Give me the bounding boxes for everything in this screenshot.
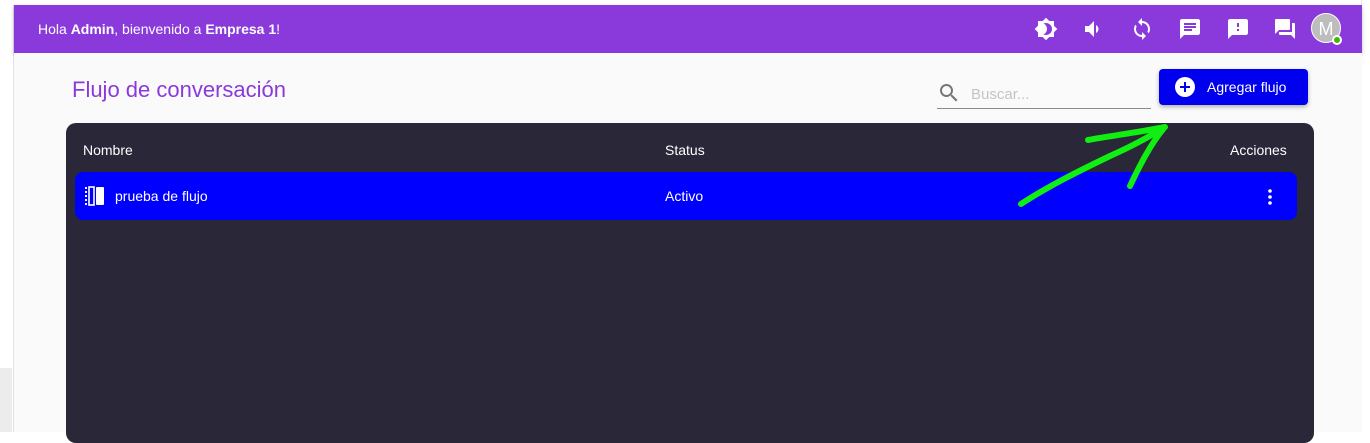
user-name: Admin [70,21,115,37]
flows-table: Nombre Status Acciones prueba de flujo A… [66,123,1314,443]
table-row[interactable]: prueba de flujo Activo [75,172,1297,220]
volume-icon[interactable] [1082,17,1106,41]
search-box [937,78,1151,109]
forum-icon[interactable] [1273,17,1297,41]
add-circle-icon [1175,77,1195,97]
column-header-actions: Acciones [1230,142,1287,158]
more-vert-icon[interactable] [1258,185,1282,209]
add-flow-button[interactable]: Agregar flujo [1159,69,1308,105]
welcome-message: Hola Admin, bienvenido a Empresa 1! [38,21,281,37]
alert-icon[interactable] [1226,17,1250,41]
sync-icon[interactable] [1130,17,1154,41]
flow-name: prueba de flujo [115,188,208,204]
app-bar: Hola Admin, bienvenido a Empresa 1! M [14,5,1362,53]
page-title: Flujo de conversación [72,77,287,102]
window-left-edge [0,0,14,432]
window-scrollbar-track[interactable] [1361,0,1370,432]
chat-icon[interactable] [1178,17,1202,41]
add-flow-label: Agregar flujo [1207,79,1287,95]
brightness-icon[interactable] [1034,17,1058,41]
column-header-status: Status [665,142,705,158]
search-icon [940,84,958,102]
flow-status: Activo [665,188,704,204]
column-header-name: Nombre [83,142,133,158]
flow-icon [85,186,104,206]
online-status-badge [1332,35,1342,45]
company-name: Empresa 1 [205,21,277,37]
left-edge-panel [0,368,12,432]
search-input[interactable] [969,81,1151,107]
